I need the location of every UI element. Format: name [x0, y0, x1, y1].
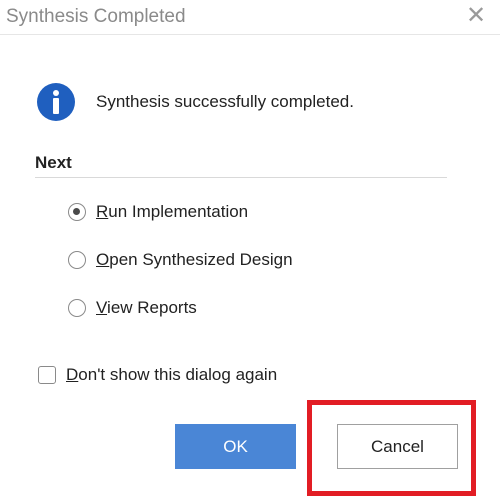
info-icon: [37, 83, 75, 121]
status-message: Synthesis successfully completed.: [96, 92, 354, 111]
radio-button[interactable]: [68, 251, 86, 269]
cancel-button[interactable]: Cancel: [337, 424, 458, 469]
dont-show-again-checkbox[interactable]: [38, 366, 56, 384]
option-run-implementation[interactable]: Run Implementation: [68, 199, 248, 225]
close-icon[interactable]: ✕: [462, 2, 490, 30]
radio-button[interactable]: [68, 299, 86, 317]
title-bar: Synthesis Completed ✕: [0, 0, 500, 35]
option-label: View Reports: [96, 298, 197, 317]
dont-show-again-option[interactable]: Don't show this dialog again: [38, 362, 277, 388]
option-open-synthesized-design[interactable]: Open Synthesized Design: [68, 247, 293, 273]
dialog-title: Synthesis Completed: [6, 6, 186, 27]
ok-button[interactable]: OK: [175, 424, 296, 469]
checkbox-label: Don't show this dialog again: [66, 365, 278, 384]
next-section-label: Next: [35, 153, 72, 172]
option-label: Run Implementation: [96, 202, 249, 221]
section-separator: [35, 177, 447, 178]
radio-button-selected[interactable]: [68, 203, 86, 221]
option-label: Open Synthesized Design: [96, 250, 293, 269]
synthesis-completed-dialog: Synthesis Completed ✕ Synthesis successf…: [0, 0, 500, 502]
option-view-reports[interactable]: View Reports: [68, 295, 197, 321]
